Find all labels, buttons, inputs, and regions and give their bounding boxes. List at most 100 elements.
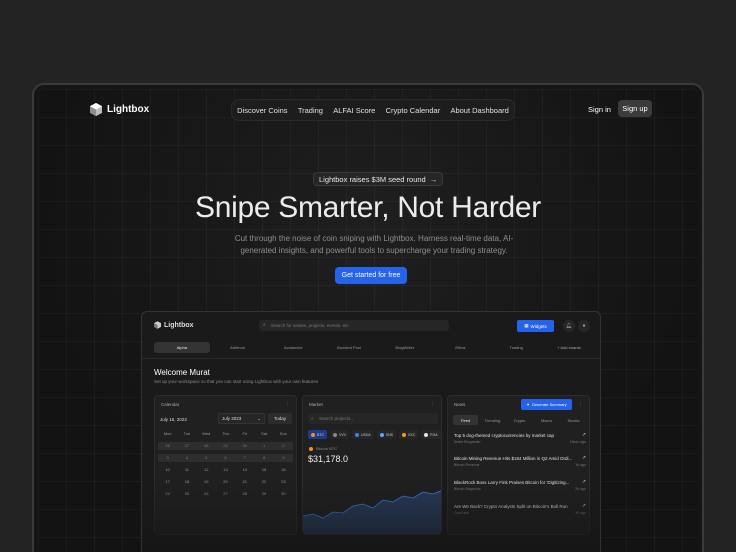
calendar-day[interactable]: 8 xyxy=(254,454,274,462)
coin-chip[interactable]: PGA xyxy=(421,430,441,439)
nav-trading[interactable]: Trading xyxy=(298,106,323,115)
board-tab-alpha[interactable]: Alpha xyxy=(154,342,210,353)
board-tab-avalanche[interactable]: Avalanche xyxy=(265,342,321,353)
dashboard-search-input[interactable]: ⌕ Search for assets, projects, events, e… xyxy=(259,320,449,331)
coin-price: $31,178.0 xyxy=(308,454,349,464)
calendar-day[interactable]: 26 xyxy=(197,490,216,498)
board-tab-blogwriter[interactable]: BlogWriter xyxy=(377,342,433,353)
calendar-day[interactable]: 23 xyxy=(274,478,293,486)
coin-icon xyxy=(355,432,360,437)
calendar-day[interactable]: 3 xyxy=(158,454,178,462)
market-search-input[interactable]: ⌕ Search projects... xyxy=(308,413,438,424)
board-tab-boosted-pool[interactable]: Boosted Pool xyxy=(321,342,377,353)
get-started-button[interactable]: Get started for free xyxy=(335,267,407,284)
more-icon[interactable]: ⋮ xyxy=(430,401,435,407)
board-tab-trading[interactable]: Trading xyxy=(488,342,544,353)
calendar-day[interactable]: 29 xyxy=(215,442,236,450)
calendar-day[interactable]: 5 xyxy=(196,454,216,462)
news-tab-macro[interactable]: Macro xyxy=(534,415,559,425)
dashboard-logo: Lightbox xyxy=(154,321,194,329)
nav-alfai-score[interactable]: ALFAI Score xyxy=(333,106,375,115)
calendar-day[interactable]: 15 xyxy=(254,466,273,474)
news-item[interactable]: BlackRock Boss Larry Fink Praises Bitcoi… xyxy=(454,479,586,491)
calendar-day[interactable]: 29 xyxy=(254,490,273,498)
welcome-title: Welcome Murat xyxy=(154,368,210,377)
calendar-day[interactable]: 28 xyxy=(235,490,254,498)
coin-icon xyxy=(333,432,337,437)
calendar-day[interactable]: 13 xyxy=(216,466,235,474)
more-icon[interactable]: ⋮ xyxy=(578,401,583,407)
calendar-day[interactable]: 30 xyxy=(235,442,255,450)
coin-chip-label: PGA xyxy=(430,432,438,437)
calendar-day[interactable]: 2 xyxy=(273,442,293,450)
divider xyxy=(142,358,600,359)
brand-logo[interactable]: Lightbox xyxy=(90,103,149,116)
calendar-day[interactable]: 30 xyxy=(274,490,293,498)
nav-discover-coins[interactable]: Discover Coins xyxy=(237,106,287,115)
arrow-up-right-icon: ↗ xyxy=(581,455,586,461)
calendar-title: Calendar xyxy=(161,402,180,407)
board-tab-ethos[interactable]: Ethos xyxy=(433,342,489,353)
news-tab-feed[interactable]: Feed xyxy=(453,415,478,425)
coin-chip[interactable]: XXC xyxy=(398,430,419,439)
more-icon[interactable]: ⋮ xyxy=(285,401,290,407)
arrow-up-right-icon: ↗ xyxy=(581,432,586,438)
weekday-label: Thu xyxy=(222,431,229,436)
calendar-day[interactable]: 19 xyxy=(197,478,216,486)
widgets-button[interactable]: ▦ Widgets xyxy=(517,320,554,332)
landing-page: Lightbox Discover Coins Trading ALFAI Sc… xyxy=(38,89,698,552)
calendar-day[interactable]: 21 xyxy=(235,478,254,486)
cube-icon xyxy=(154,321,161,329)
bell-icon[interactable]: 🔔︎ xyxy=(563,320,575,332)
announcement-pill[interactable]: Lightbox raises $3M seed round → xyxy=(313,172,444,186)
calendar-day[interactable]: 24 xyxy=(158,490,177,498)
coin-chip[interactable]: USDA xyxy=(352,430,374,439)
announcement-text: Lightbox raises $3M seed round xyxy=(319,174,426,184)
news-tab-stocks[interactable]: Stocks xyxy=(561,415,586,425)
browser-frame: Lightbox Discover Coins Trading ALFAI Sc… xyxy=(32,83,704,552)
news-item-title: Are We Back? Crypto Analysts Split on Bi… xyxy=(454,504,568,509)
calendar-day[interactable]: 25 xyxy=(177,490,196,498)
calendar-day[interactable]: 10 xyxy=(158,466,177,474)
calendar-day[interactable]: 28 xyxy=(196,442,216,450)
coin-chip[interactable]: SNS xyxy=(376,430,396,439)
news-item[interactable]: Bitcoin Mining Revenue Hits $184 Million… xyxy=(454,455,586,467)
calendar-day[interactable]: 14 xyxy=(235,466,254,474)
calendar-day[interactable]: 26 xyxy=(158,442,178,450)
calendar-day[interactable]: 12 xyxy=(197,466,216,474)
coin-icon xyxy=(379,432,384,437)
calendar-day[interactable]: 17 xyxy=(158,478,177,486)
sparkle-icon: ✦ xyxy=(526,402,530,407)
sign-in-link[interactable]: Sign in xyxy=(588,105,611,114)
calendar-day[interactable]: 11 xyxy=(177,466,196,474)
news-item[interactable]: Are We Back? Crypto Analysts Split on Bi… xyxy=(454,503,586,515)
calendar-day[interactable]: 4 xyxy=(177,454,197,462)
calendar-day[interactable]: 22 xyxy=(254,478,273,486)
news-tab-crypto[interactable]: Crypto xyxy=(507,415,532,425)
calendar-day[interactable]: 1 xyxy=(254,442,274,450)
month-select[interactable]: July 2023 ⌄ xyxy=(218,413,265,424)
add-boards-button[interactable]: + Add boards xyxy=(544,342,594,353)
calendar-day[interactable]: 9 xyxy=(273,454,293,462)
calendar-day[interactable]: 7 xyxy=(235,454,255,462)
calendar-day[interactable]: 27 xyxy=(216,490,235,498)
coin-chip-label: SNS xyxy=(385,432,393,437)
today-button[interactable]: Today xyxy=(268,413,292,424)
news-tab-trending[interactable]: Trending xyxy=(480,415,505,425)
sign-up-button[interactable]: Sign up xyxy=(618,100,652,117)
board-tab-arbitrum[interactable]: Arbitrum xyxy=(210,342,266,353)
news-item-time: 15min ago xyxy=(569,440,586,444)
calendar-day[interactable]: 18 xyxy=(177,478,196,486)
generate-summary-button[interactable]: ✦ Generate Summary xyxy=(521,399,572,410)
weekday-label: Tue xyxy=(183,431,191,436)
coin-chip[interactable]: BTC xyxy=(308,430,327,439)
calendar-day[interactable]: 16 xyxy=(274,466,293,474)
nav-crypto-calendar[interactable]: Crypto Calendar xyxy=(386,106,441,115)
nav-about-dashboard[interactable]: About Dashboard xyxy=(450,106,508,115)
calendar-day[interactable]: 27 xyxy=(177,442,197,450)
calendar-day[interactable]: 20 xyxy=(216,478,235,486)
news-item[interactable]: Top 5 dog-themed cryptocurrencies by mar… xyxy=(454,432,586,444)
coin-chip[interactable]: VVV xyxy=(330,430,350,439)
calendar-day[interactable]: 6 xyxy=(215,454,236,462)
user-avatar-icon[interactable]: ● xyxy=(578,320,590,332)
